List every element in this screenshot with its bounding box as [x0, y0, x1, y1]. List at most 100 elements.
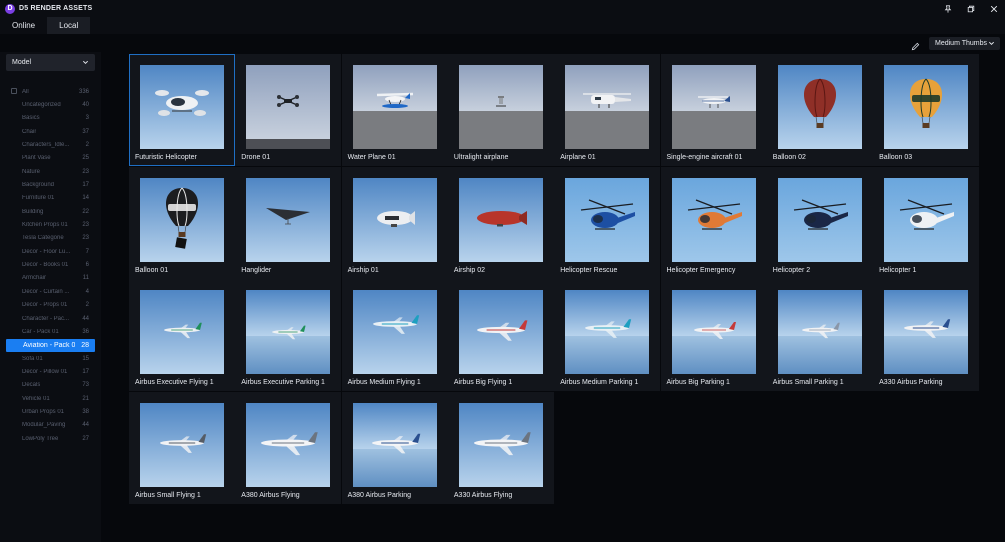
category-count: 7 [85, 248, 89, 255]
sidebar-category-item[interactable]: Characters_Idle... 2 [6, 138, 95, 151]
sidebar-category-item[interactable]: Plant Vase 25 [6, 152, 95, 165]
sidebar-category-item[interactable]: Sofa 01 15 [6, 352, 95, 365]
asset-name: Helicopter Rescue [560, 266, 618, 274]
category-count: 14 [82, 195, 89, 202]
sidebar-category-item[interactable]: Aviation - Pack 01 28 [6, 338, 95, 352]
asset-card[interactable]: Airbus Medium Flying 1 [341, 279, 448, 392]
asset-card[interactable]: Airbus Small Parking 1 [766, 279, 873, 392]
category-label: Uncategorized [22, 102, 61, 109]
sidebar-category-item[interactable]: Decor - Floor Lu... 7 [6, 245, 95, 258]
sidebar-category-item[interactable]: Car - Pack 01 36 [6, 325, 95, 338]
sidebar-category-item[interactable]: Furniture 01 14 [6, 192, 95, 205]
asset-card[interactable]: Ultralight airplane [447, 54, 554, 166]
asset-card[interactable]: Airbus Executive Parking 1 [235, 279, 342, 392]
asset-card[interactable]: Balloon 02 [766, 54, 873, 166]
sidebar-category-item[interactable]: Urban Props 01 38 [6, 405, 95, 418]
asset-name: Futuristic Helicopter [135, 154, 197, 161]
asset-card[interactable]: Balloon 01 [129, 166, 235, 279]
asset-card[interactable]: Helicopter Rescue [554, 166, 661, 279]
asset-name: Helicopter 1 [879, 266, 917, 274]
category-label: Nature [22, 168, 41, 175]
asset-thumbnail [246, 403, 331, 488]
sidebar-category-item[interactable]: Vehicle 01 21 [6, 392, 95, 405]
asset-thumbnail [671, 290, 756, 375]
category-count: 2 [85, 302, 89, 309]
tab-online[interactable]: Online [0, 17, 47, 34]
close-icon[interactable] [989, 4, 999, 14]
asset-thumbnail [777, 177, 862, 262]
category-count: 37 [82, 128, 89, 135]
asset-type-select[interactable]: Model [6, 54, 95, 71]
sidebar-category-item[interactable]: All 336 [6, 85, 95, 98]
category-count: 15 [82, 355, 89, 362]
sidebar-category-item[interactable]: Chair 37 [6, 125, 95, 138]
asset-card[interactable]: Water Plane 01 [341, 54, 448, 166]
asset-card[interactable]: Airbus Executive Flying 1 [129, 279, 235, 392]
sidebar-category-item[interactable]: Decor - Pillow 01 17 [6, 365, 95, 378]
sidebar-category-item[interactable]: Character - Pac... 44 [6, 312, 95, 325]
asset-card[interactable]: Balloon 03 [873, 54, 980, 166]
category-label: Decor - Props 01 [22, 302, 68, 309]
sidebar-category-item[interactable]: Background 17 [6, 178, 95, 191]
asset-card[interactable]: Futuristic Helicopter [129, 54, 235, 166]
category-label: Tesla Categorie [22, 235, 64, 242]
edit-icon[interactable] [911, 38, 921, 51]
toolbar: Medium Thumbs [0, 34, 1005, 52]
sidebar-category-item[interactable]: Uncategorized 40 [6, 98, 95, 111]
restore-icon[interactable] [966, 4, 976, 14]
category-count: 25 [82, 155, 89, 162]
sidebar-category-item[interactable]: Kitchen Props 01 23 [6, 218, 95, 231]
asset-card[interactable]: Single-engine aircraft 01 [660, 54, 767, 166]
asset-name: Hanglider [241, 266, 272, 274]
asset-card[interactable]: Helicopter 1 [873, 166, 980, 279]
sidebar-category-item[interactable]: LowPoly Tree 27 [6, 432, 95, 445]
asset-card[interactable]: Helicopter 2 [766, 166, 873, 279]
category-count: 38 [82, 408, 89, 415]
asset-card[interactable]: Drone 01 [235, 54, 342, 166]
category-label: Kitchen Props 01 [22, 222, 68, 229]
category-count: 73 [82, 382, 89, 389]
sidebar-category-item[interactable]: Armchair 11 [6, 272, 95, 285]
sidebar-category-item[interactable]: Building 22 [6, 205, 95, 218]
sidebar-category-item[interactable]: Tesla Categorie 23 [6, 232, 95, 245]
asset-card[interactable]: Airship 02 [447, 166, 554, 279]
asset-card[interactable]: Airship 01 [341, 166, 448, 279]
asset-card[interactable]: Hanglider [235, 166, 342, 279]
asset-card[interactable]: Airbus Big Parking 1 [660, 279, 767, 392]
sidebar-category-item[interactable]: Decor - Books 01 6 [6, 258, 95, 271]
category-label: Aviation - Pack 01 [23, 341, 75, 349]
category-count: 336 [78, 88, 89, 95]
thumbnail-size-select[interactable]: Medium Thumbs [929, 37, 1000, 50]
pin-icon[interactable] [943, 4, 953, 14]
sidebar-category-item[interactable]: Decor - Props 01 2 [6, 299, 95, 312]
assets-window: D D5 RENDER ASSETS Online Local Medium T… [0, 0, 1005, 542]
window-title: D5 RENDER ASSETS [19, 5, 93, 12]
category-label: Vehicle 01 [22, 395, 50, 402]
asset-card[interactable]: A380 Airbus Parking [341, 392, 448, 505]
asset-card[interactable]: Airplane 01 [554, 54, 661, 166]
category-count: 44 [82, 315, 89, 322]
asset-card[interactable]: Helicopter Emergency [660, 166, 767, 279]
sidebar-category-item[interactable]: Nature 23 [6, 165, 95, 178]
asset-thumbnail [246, 65, 331, 149]
asset-thumbnail [884, 290, 969, 375]
category-count: 22 [82, 208, 89, 215]
category-count: 23 [82, 168, 89, 175]
sidebar-category-item[interactable]: Decals 73 [6, 379, 95, 392]
asset-name: Drone 01 [241, 154, 271, 161]
asset-card[interactable]: Airbus Medium Parking 1 [554, 279, 661, 392]
asset-card[interactable]: Airbus Big Flying 1 [447, 279, 554, 392]
asset-card[interactable]: A330 Airbus Flying [447, 392, 554, 505]
sidebar-category-item[interactable]: Decor - Curtain ... 4 [6, 285, 95, 298]
asset-card[interactable]: A380 Airbus Flying [235, 392, 342, 505]
sidebar-category-item[interactable]: Modular_Paving 44 [6, 419, 95, 432]
category-label: Urban Props 01 [22, 408, 65, 415]
asset-card[interactable]: A330 Airbus Parking [873, 279, 980, 392]
category-count: 21 [82, 395, 89, 402]
asset-thumbnail [458, 177, 543, 262]
category-count: 17 [82, 368, 89, 375]
asset-card[interactable]: Airbus Small Flying 1 [129, 392, 235, 505]
tab-local[interactable]: Local [47, 17, 91, 34]
sidebar-category-item[interactable]: Basics 3 [6, 112, 95, 125]
asset-name: Airship 01 [347, 266, 379, 274]
